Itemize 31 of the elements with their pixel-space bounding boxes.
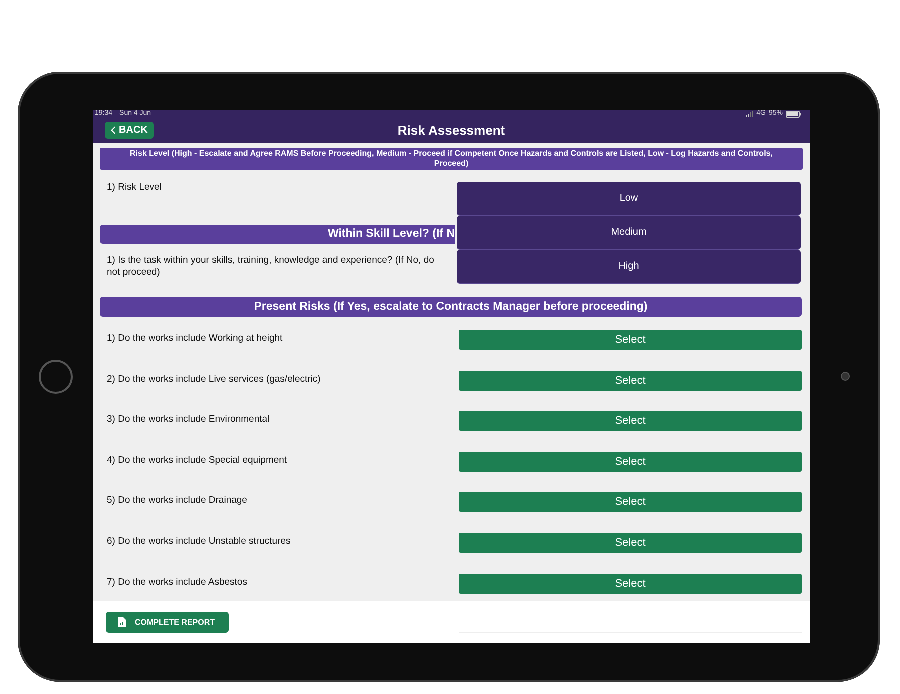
dropdown-option[interactable]: Low	[457, 182, 801, 216]
battery-icon	[786, 110, 802, 118]
question-label: 6) Do the works include Unstable structures	[107, 535, 291, 548]
question-label: 1) Risk Level	[107, 182, 162, 196]
section-heading: Present Risks (If Yes, escalate to Contracts Manager before proceeding)	[100, 297, 802, 318]
info-banner: Risk Level (High - Escalate and Agree RAMS Before Proceeding, Medium - Proceed if Competent Once Hazards and Controls are Listed, Low - Log Hazards and Controls, Proceed)	[100, 148, 803, 170]
select-button[interactable]: Select	[459, 533, 802, 554]
select-button[interactable]: Select	[459, 370, 802, 391]
select-button[interactable]: Select	[459, 411, 802, 432]
section-heading: Within Skill Level? (If N	[100, 225, 455, 244]
home-button[interactable]	[38, 360, 72, 394]
dropdown-option[interactable]: High	[457, 250, 801, 284]
question-label: 1) Do the works include Working at height	[107, 332, 283, 344]
select-button[interactable]: Select	[459, 492, 802, 512]
question-label: 7) Do the works include Asbestos	[107, 576, 248, 588]
question-label: 4) Do the works include Special equipment	[107, 454, 288, 466]
complete-report-button[interactable]: COMPLETE REPORT	[106, 612, 230, 633]
dropdown-option[interactable]: Medium	[457, 216, 801, 250]
signal-icon	[746, 111, 754, 117]
chevron-left-icon	[111, 126, 116, 135]
select-button[interactable]: Select	[459, 574, 802, 594]
question-label: 5) Do the works include Drainage	[107, 494, 248, 506]
question-label: 1) Is the task within your skills, training, knowledge and experience? (If No, do not proceed)	[107, 255, 436, 280]
question-label: 2) Do the works include Live services (gas/electric)	[107, 372, 321, 385]
document-icon	[118, 617, 126, 628]
camera-icon	[840, 372, 850, 381]
question-label: 3) Do the works include Environmental	[107, 413, 270, 426]
select-button[interactable]: Select	[459, 330, 802, 350]
select-button[interactable]: Select	[459, 452, 802, 472]
page-title: Risk Assessment	[398, 123, 506, 138]
back-button[interactable]: BACK	[105, 122, 154, 139]
